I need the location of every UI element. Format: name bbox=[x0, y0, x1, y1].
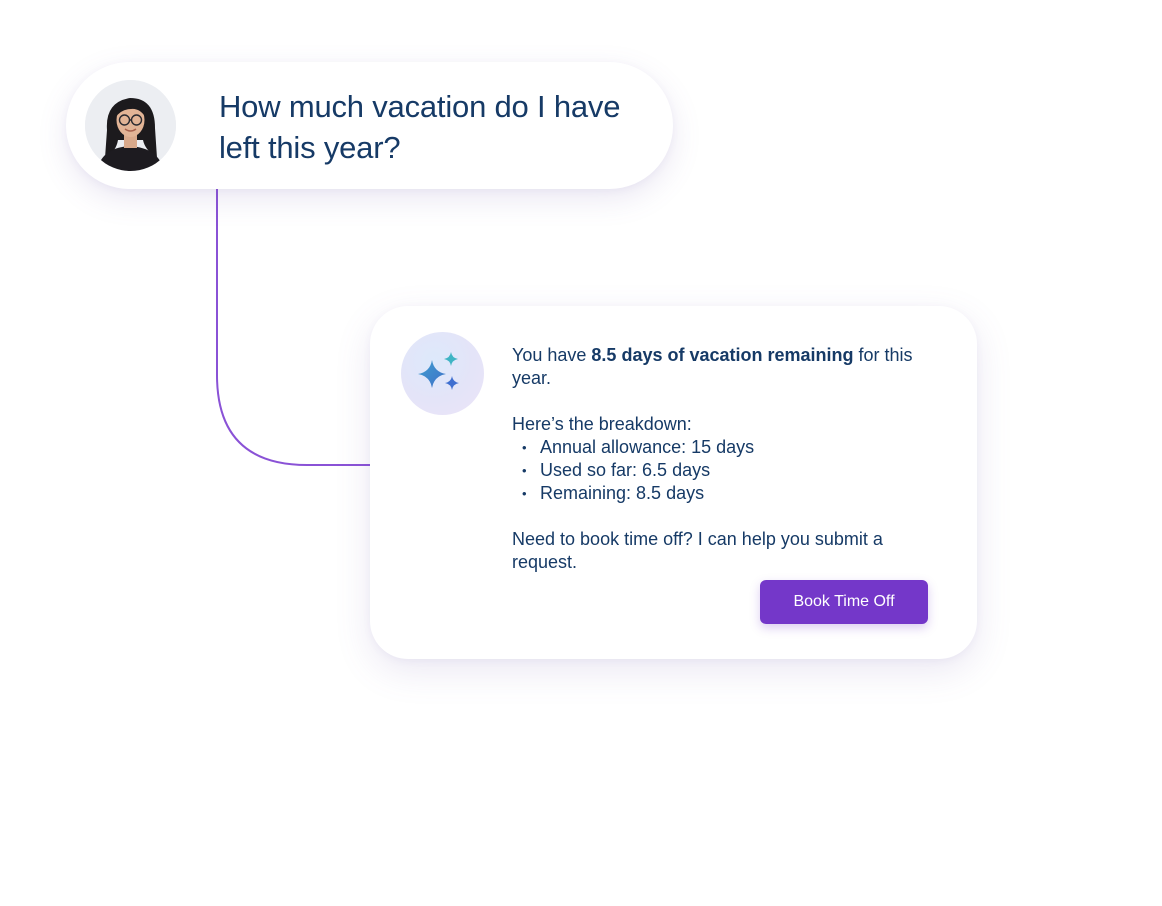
book-time-off-button[interactable]: Book Time Off bbox=[760, 580, 928, 624]
summary-prefix: You have bbox=[512, 345, 592, 365]
user-question-text: How much vacation do I have left this ye… bbox=[219, 89, 621, 165]
assistant-answer-card: You have 8.5 days of vacation remaining … bbox=[370, 306, 977, 659]
sparkles-icon bbox=[418, 352, 459, 390]
user-avatar bbox=[85, 80, 176, 171]
list-item: Remaining: 8.5 days bbox=[522, 482, 937, 505]
assistant-answer-text: You have 8.5 days of vacation remaining … bbox=[512, 344, 937, 574]
user-question-bubble: How much vacation do I have left this ye… bbox=[66, 62, 673, 189]
list-item: Annual allowance: 15 days bbox=[522, 436, 937, 459]
breakdown-heading: Here’s the breakdown: bbox=[512, 414, 692, 434]
breakdown-list: Annual allowance: 15 days Used so far: 6… bbox=[512, 436, 937, 505]
user-avatar-photo bbox=[85, 80, 176, 171]
remaining-highlight: 8.5 days of vacation remaining bbox=[591, 345, 854, 365]
assistant-avatar bbox=[401, 332, 484, 415]
remaining-summary: You have 8.5 days of vacation remaining … bbox=[512, 344, 937, 390]
list-item: Used so far: 6.5 days bbox=[522, 459, 937, 482]
closing-prompt: Need to book time off? I can help you su… bbox=[512, 529, 883, 572]
